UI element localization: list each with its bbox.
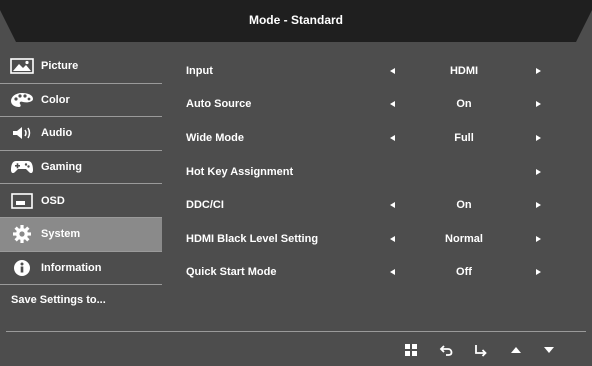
right-arrow-icon[interactable] bbox=[536, 101, 541, 108]
sidebar-item-label: System bbox=[41, 228, 81, 241]
left-arrow-icon[interactable] bbox=[390, 269, 395, 276]
setting-row-input[interactable]: Input HDMI bbox=[186, 54, 566, 88]
setting-value: On bbox=[456, 199, 472, 212]
menu-grid-icon[interactable] bbox=[401, 341, 421, 359]
left-arrow-icon[interactable] bbox=[390, 67, 395, 74]
right-arrow-icon[interactable] bbox=[536, 134, 541, 141]
left-arrow-icon[interactable] bbox=[390, 202, 395, 209]
left-arrow-icon[interactable] bbox=[390, 134, 395, 141]
setting-value: Full bbox=[454, 131, 474, 144]
picture-icon bbox=[9, 57, 35, 75]
palette-icon bbox=[9, 91, 35, 109]
setting-label: Hot Key Assignment bbox=[186, 165, 294, 178]
gear-icon bbox=[9, 225, 35, 244]
down-arrow-icon[interactable] bbox=[539, 341, 559, 359]
sidebar-item-label: Gaming bbox=[41, 161, 82, 174]
setting-row-ddc-ci[interactable]: DDC/CI On bbox=[186, 188, 566, 222]
right-arrow-icon[interactable] bbox=[536, 67, 541, 74]
sidebar-item-color[interactable]: Color bbox=[0, 84, 162, 118]
osd-icon bbox=[9, 192, 35, 210]
setting-row-hdmi-black-level[interactable]: HDMI Black Level Setting Normal bbox=[186, 222, 566, 256]
setting-value: Off bbox=[456, 266, 472, 279]
sidebar-item-label: OSD bbox=[41, 194, 65, 207]
enter-icon[interactable] bbox=[471, 341, 491, 359]
setting-value: Normal bbox=[445, 232, 483, 245]
right-arrow-icon[interactable] bbox=[536, 269, 541, 276]
setting-label: Quick Start Mode bbox=[186, 266, 277, 279]
save-settings-item[interactable]: Save Settings to... bbox=[0, 294, 162, 312]
sidebar-item-label: Color bbox=[41, 93, 70, 106]
right-arrow-icon[interactable] bbox=[536, 168, 541, 175]
setting-row-quick-start-mode[interactable]: Quick Start Mode Off bbox=[186, 256, 566, 290]
speaker-icon bbox=[9, 124, 35, 142]
sidebar: Picture Color Audio Gaming OSD System In… bbox=[0, 50, 162, 286]
sidebar-item-system[interactable]: System bbox=[0, 217, 162, 252]
osd-menu: Mode - Standard Picture Color Audio Gami… bbox=[0, 0, 592, 366]
sidebar-item-picture[interactable]: Picture bbox=[0, 50, 162, 84]
left-arrow-icon[interactable] bbox=[390, 235, 395, 242]
setting-label: Input bbox=[186, 64, 213, 77]
right-arrow-icon[interactable] bbox=[536, 202, 541, 209]
left-arrow-icon[interactable] bbox=[390, 101, 395, 108]
setting-label: Auto Source bbox=[186, 98, 252, 111]
sidebar-item-label: Information bbox=[41, 261, 102, 274]
sidebar-item-gaming[interactable]: Gaming bbox=[0, 151, 162, 185]
sidebar-item-label: Audio bbox=[41, 127, 73, 140]
setting-label: Wide Mode bbox=[186, 131, 244, 144]
right-arrow-icon[interactable] bbox=[536, 235, 541, 242]
footer-nav bbox=[0, 341, 592, 359]
back-icon[interactable] bbox=[436, 341, 456, 359]
setting-label: HDMI Black Level Setting bbox=[186, 232, 319, 245]
setting-row-wide-mode[interactable]: Wide Mode Full bbox=[186, 121, 566, 155]
setting-row-hot-key-assignment[interactable]: Hot Key Assignment bbox=[186, 155, 566, 189]
sidebar-item-osd[interactable]: OSD bbox=[0, 184, 162, 218]
gamepad-icon bbox=[9, 158, 35, 176]
footer-divider bbox=[6, 331, 586, 332]
sidebar-item-information[interactable]: Information bbox=[0, 252, 162, 286]
settings-list: Input HDMI Auto Source On Wide Mode Full… bbox=[186, 54, 566, 289]
setting-label: DDC/CI bbox=[186, 199, 224, 212]
setting-value: On bbox=[456, 98, 472, 111]
setting-row-auto-source[interactable]: Auto Source On bbox=[186, 88, 566, 122]
info-icon bbox=[9, 259, 35, 277]
page-title: Mode - Standard bbox=[248, 13, 343, 27]
up-arrow-icon[interactable] bbox=[506, 341, 526, 359]
sidebar-item-label: Picture bbox=[41, 60, 79, 73]
setting-value: HDMI bbox=[449, 64, 479, 77]
sidebar-item-audio[interactable]: Audio bbox=[0, 117, 162, 151]
